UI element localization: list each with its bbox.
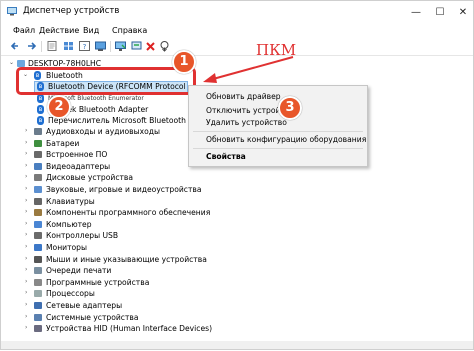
annotation-label: ПКМ: [256, 41, 297, 59]
horizontal-scrollbar[interactable]: [1, 341, 473, 349]
annotation-arrow: [203, 56, 294, 83]
step-badge-2: 2: [47, 95, 71, 119]
device-manager-window: Диспетчер устройств — ☐ ✕ Файл Действие …: [0, 0, 474, 350]
step-badge-3: 3: [278, 96, 302, 120]
step-badge-1: 1: [172, 50, 196, 74]
